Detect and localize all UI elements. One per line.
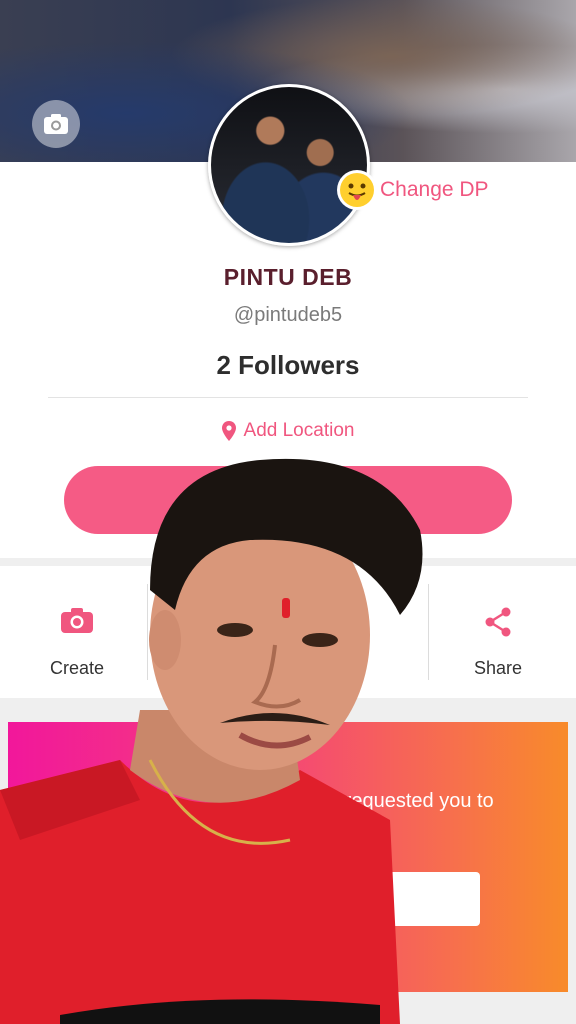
promo-button[interactable]: w (296, 872, 480, 926)
add-location-label: Add Location (243, 420, 355, 441)
profile-name: PINTU DEB (223, 264, 353, 290)
followers-count[interactable]: 2 Followers (0, 350, 576, 381)
action-bar: Create Share (0, 566, 576, 698)
share-icon (485, 607, 511, 637)
divider (48, 397, 528, 398)
tongue-emoji-icon (340, 173, 374, 207)
location-pin-icon (221, 421, 236, 441)
change-dp-button[interactable]: Change DP (340, 170, 489, 210)
promo-text: as requested you to (318, 790, 494, 812)
profile-handle: @pintudeb5 (233, 304, 343, 326)
promo-button-label: w (356, 888, 369, 909)
avatar[interactable] (208, 84, 370, 246)
cover-camera-button[interactable] (32, 100, 80, 148)
change-dp-label: Change DP (380, 178, 489, 201)
add-location-link[interactable]: Add Location (0, 420, 576, 442)
camera-icon (44, 114, 68, 134)
share-button[interactable]: Share (428, 566, 568, 698)
camera-icon (61, 608, 93, 633)
divider (147, 584, 148, 680)
promo-banner (8, 722, 568, 992)
share-label: Share (473, 658, 523, 678)
create-label: Create (49, 658, 105, 678)
create-button[interactable]: Create (7, 566, 147, 698)
edit-profile-button[interactable] (64, 466, 512, 534)
